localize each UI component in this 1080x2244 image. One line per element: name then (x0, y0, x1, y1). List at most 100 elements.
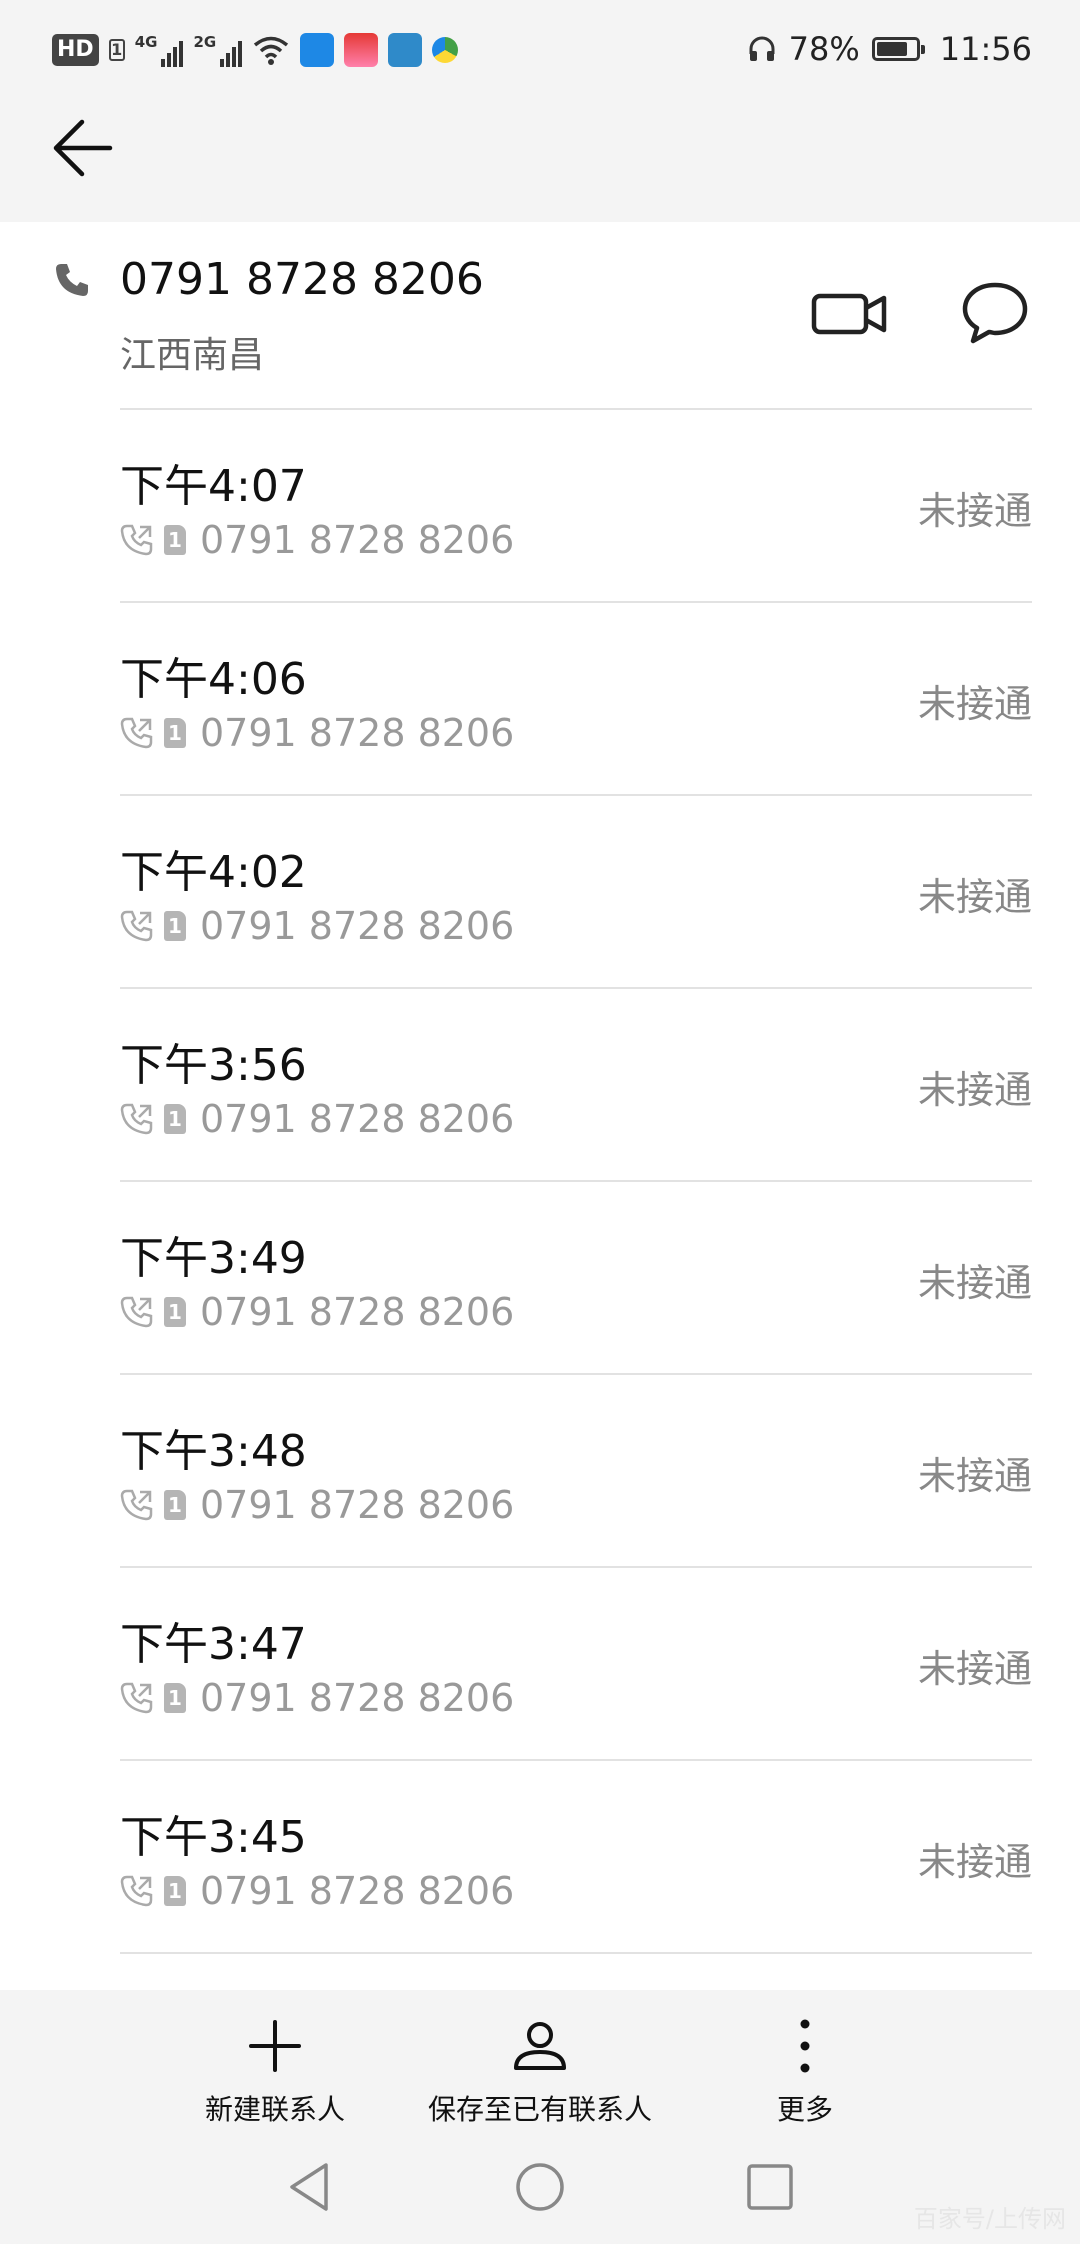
wifi-icon (254, 36, 289, 65)
call-number: 0791 8728 8206 (200, 1097, 515, 1141)
more-vertical-icon (800, 2019, 810, 2073)
call-log-item[interactable]: 下午4:06 1 0791 8728 8206 未接通 (0, 603, 1080, 796)
call-time: 下午4:02 (120, 847, 307, 898)
nav-recent-icon[interactable] (742, 2159, 798, 2215)
app-header (0, 96, 1080, 222)
call-time: 下午3:45 (120, 1812, 307, 1863)
call-number: 0791 8728 8206 (200, 904, 515, 948)
sim-card-icon: 1 (164, 1297, 186, 1327)
outgoing-call-icon (120, 524, 153, 556)
call-status: 未接通 (917, 1840, 1032, 1884)
call-log-item[interactable]: 下午3:48 1 0791 8728 8206 未接通 (0, 1375, 1080, 1568)
call-detail-line: 1 0791 8728 8206 (120, 1483, 514, 1527)
sim-card-icon: 1 (164, 1104, 186, 1134)
outgoing-call-icon (120, 1103, 153, 1135)
outgoing-call-icon (120, 1682, 153, 1714)
call-number: 0791 8728 8206 (200, 711, 515, 755)
call-time: 下午3:56 (120, 1040, 307, 1091)
sim-card-icon: 1 (164, 1876, 186, 1906)
call-log-item[interactable]: 下午4:07 1 0791 8728 8206 未接通 (0, 410, 1080, 603)
headset-icon (749, 36, 775, 61)
call-number: 0791 8728 8206 (200, 1869, 515, 1913)
call-detail-line: 1 0791 8728 8206 (120, 904, 514, 948)
call-status: 未接通 (917, 875, 1032, 919)
call-number: 0791 8728 8206 (200, 518, 515, 562)
call-detail-line: 1 0791 8728 8206 (120, 1097, 514, 1141)
call-time: 下午3:49 (120, 1233, 307, 1284)
call-time: 下午4:07 (120, 461, 307, 512)
status-right: 78% 11:56 (747, 26, 1032, 72)
video-call-icon[interactable] (810, 284, 890, 344)
more-label: 更多 (776, 2093, 833, 2126)
save-to-existing-button[interactable]: 保存至已有联系人 (410, 1990, 670, 2134)
plus-icon (249, 2020, 301, 2072)
call-detail-line: 1 0791 8728 8206 (120, 518, 514, 562)
call-number: 0791 8728 8206 (200, 1483, 515, 1527)
status-left: HD 1 4G 2G (52, 28, 459, 72)
app-icon-3 (388, 33, 423, 67)
arrow-left-icon[interactable] (50, 114, 118, 182)
sim-card-icon: 1 (164, 1490, 186, 1520)
call-detail-line: 1 0791 8728 8206 (120, 711, 514, 755)
call-status: 未接通 (917, 1647, 1032, 1691)
call-log-item[interactable]: 下午3:45 1 0791 8728 8206 未接通 (0, 1761, 1080, 1954)
call-detail-line: 1 0791 8728 8206 (120, 1676, 514, 1720)
call-time: 下午3:47 (120, 1619, 307, 1670)
nav-back-icon[interactable] (282, 2159, 338, 2215)
call-status: 未接通 (917, 682, 1032, 726)
nav-home-icon[interactable] (512, 2159, 568, 2215)
status-bar: HD 1 4G 2G 78% 11:56 (0, 0, 1080, 96)
sim-card-icon: 1 (164, 718, 186, 748)
divider (120, 1952, 1032, 1954)
new-contact-button[interactable]: 新建联系人 (190, 1990, 360, 2134)
call-status: 未接通 (917, 1454, 1032, 1498)
call-log-item[interactable]: 下午3:47 1 0791 8728 8206 未接通 (0, 1568, 1080, 1761)
outgoing-call-icon (120, 1489, 153, 1521)
sim-card-icon: 1 (164, 525, 186, 555)
more-button[interactable]: 更多 (740, 1990, 870, 2134)
contact-header: 0791 8728 8206 江西南昌 (0, 222, 1080, 410)
network-type-2: 2G (193, 33, 217, 51)
sim-badge: 1 (108, 39, 125, 61)
app-icon-4 (432, 37, 459, 63)
new-contact-label: 新建联系人 (204, 2093, 345, 2126)
call-log-item[interactable]: 下午3:56 1 0791 8728 8206 未接通 (0, 989, 1080, 1182)
bottom-action-bar: 新建联系人 保存至已有联系人 更多 (0, 1990, 1080, 2134)
outgoing-call-icon (120, 1875, 153, 1907)
contact-location: 江西南昌 (120, 335, 265, 376)
app-icon-2 (344, 33, 379, 67)
hd-icon: HD (52, 34, 99, 66)
call-log-item[interactable]: 下午4:02 1 0791 8728 8206 未接通 (0, 796, 1080, 989)
sim-card-icon: 1 (164, 1683, 186, 1713)
call-log-list: 下午4:07 1 0791 8728 8206 未接通 下午4:06 1 079… (0, 410, 1080, 1954)
call-status: 未接通 (917, 489, 1032, 533)
message-icon[interactable] (960, 277, 1030, 347)
call-detail-line: 1 0791 8728 8206 (120, 1869, 514, 1913)
call-status: 未接通 (917, 1261, 1032, 1305)
sim-card-icon: 1 (164, 911, 186, 941)
network-type-1: 4G (134, 33, 158, 51)
battery-percent: 78% (788, 30, 860, 68)
call-number: 0791 8728 8206 (200, 1676, 515, 1720)
outgoing-call-icon (120, 717, 153, 749)
phone-icon (56, 264, 88, 296)
battery-icon (871, 37, 925, 61)
call-number: 0791 8728 8206 (200, 1290, 515, 1334)
person-icon (514, 2022, 566, 2070)
system-nav-bar: 百家号/上传网 (0, 2134, 1080, 2244)
call-log-item[interactable]: 下午3:49 1 0791 8728 8206 未接通 (0, 1182, 1080, 1375)
contact-number[interactable]: 0791 8728 8206 (120, 254, 484, 305)
save-to-existing-label: 保存至已有联系人 (427, 2093, 652, 2126)
call-time: 下午4:06 (120, 654, 307, 705)
signal-4g-icon: 4G (135, 33, 184, 67)
call-detail-panel: 0791 8728 8206 江西南昌 下午4:07 1 0791 8728 8… (0, 222, 1080, 1990)
watermark: 百家号/上传网 (913, 2205, 1066, 2233)
clock: 11:56 (939, 30, 1032, 68)
outgoing-call-icon (120, 1296, 153, 1328)
call-time: 下午3:48 (120, 1426, 307, 1477)
call-detail-line: 1 0791 8728 8206 (120, 1290, 514, 1334)
outgoing-call-icon (120, 910, 153, 942)
call-status: 未接通 (917, 1068, 1032, 1112)
app-icon-1 (300, 33, 335, 67)
signal-2g-icon: 2G (193, 33, 243, 67)
